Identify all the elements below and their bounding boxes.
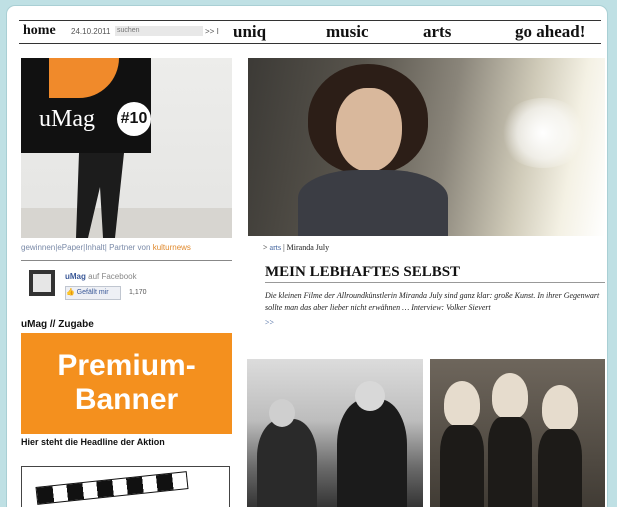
banner-line-2: Banner	[74, 383, 179, 416]
headline-rule	[265, 282, 605, 283]
mask-1	[444, 381, 480, 427]
nav-item-arts[interactable]: arts	[423, 22, 451, 42]
hero-image[interactable]	[248, 58, 605, 236]
cover-links: gewinnen|ePaper|Inhalt| Partner von kult…	[21, 243, 191, 252]
cover-floor	[21, 208, 232, 238]
article-breadcrumb: > arts | Miranda July	[263, 243, 330, 252]
photo-person-1	[257, 419, 317, 507]
kulturnews-logo[interactable]: kulturnews	[153, 243, 191, 252]
teaser-photo-band[interactable]	[247, 359, 423, 507]
promo-headline[interactable]: Hier steht die Headline der Aktion	[21, 437, 165, 447]
breadcrumb-arts-link[interactable]: arts	[270, 243, 282, 252]
page-frame: home 24.10.2011 suchen >> I uniq music a…	[7, 6, 607, 507]
nav-item-go-ahead[interactable]: go ahead!	[515, 22, 585, 42]
partner-label: Partner von	[109, 243, 151, 252]
cover-issue-badge: #10	[117, 102, 151, 136]
photo-head-1	[269, 399, 295, 427]
link-epaper[interactable]: ePaper	[57, 243, 83, 252]
mask-body-3	[538, 429, 582, 507]
link-gewinnen[interactable]: gewinnen	[21, 243, 55, 252]
clapperboard-teaser[interactable]	[21, 466, 230, 507]
mask-2	[492, 373, 528, 419]
hero-light-flare	[498, 98, 588, 168]
mask-body-1	[440, 425, 484, 507]
facebook-avatar[interactable]	[29, 270, 55, 296]
premium-banner[interactable]: Premium- Banner	[21, 333, 232, 434]
article-headline[interactable]: MEIN LEBHAFTES SELBST	[265, 264, 460, 281]
top-nav: home 24.10.2011 suchen >> I uniq music a…	[19, 20, 601, 44]
hero-body	[298, 170, 448, 236]
divider	[21, 260, 232, 261]
nav-home-link[interactable]: home	[23, 23, 56, 39]
search-go-button[interactable]: >> I	[205, 27, 219, 36]
current-date: 24.10.2011	[71, 27, 111, 36]
nav-item-uniq[interactable]: uniq	[233, 22, 266, 42]
article-teaser: Die kleinen Filme der Allroundkünstlerin…	[265, 291, 600, 312]
banner-line-1: Premium-	[57, 349, 196, 382]
facebook-like-button[interactable]: 👍 Gefällt mir	[65, 286, 121, 300]
thumbs-up-icon: 👍	[66, 289, 75, 296]
mask-3	[542, 385, 578, 431]
magazine-cover[interactable]: uMag #10	[21, 58, 232, 238]
facebook-like-count: 1,170	[129, 289, 147, 296]
search-input[interactable]: suchen	[115, 26, 203, 36]
clapperboard-stripes	[35, 471, 189, 505]
teaser-photo-masks[interactable]	[430, 359, 605, 507]
facebook-page-name[interactable]: uMag auf Facebook	[65, 272, 137, 281]
hero-face	[336, 88, 402, 172]
facebook-box: uMag auf Facebook 👍 Gefällt mir 1,170	[29, 270, 229, 306]
mask-body-2	[488, 417, 532, 507]
nav-item-music[interactable]: music	[326, 22, 369, 42]
photo-head-2	[355, 381, 385, 411]
facebook-suffix: auf Facebook	[88, 272, 137, 281]
cover-brand: uMag	[39, 106, 95, 132]
read-more-link[interactable]: >>	[265, 318, 274, 327]
zugabe-heading: uMag // Zugabe	[21, 319, 94, 330]
link-inhalt[interactable]: Inhalt	[85, 243, 105, 252]
photo-person-2	[337, 399, 407, 507]
